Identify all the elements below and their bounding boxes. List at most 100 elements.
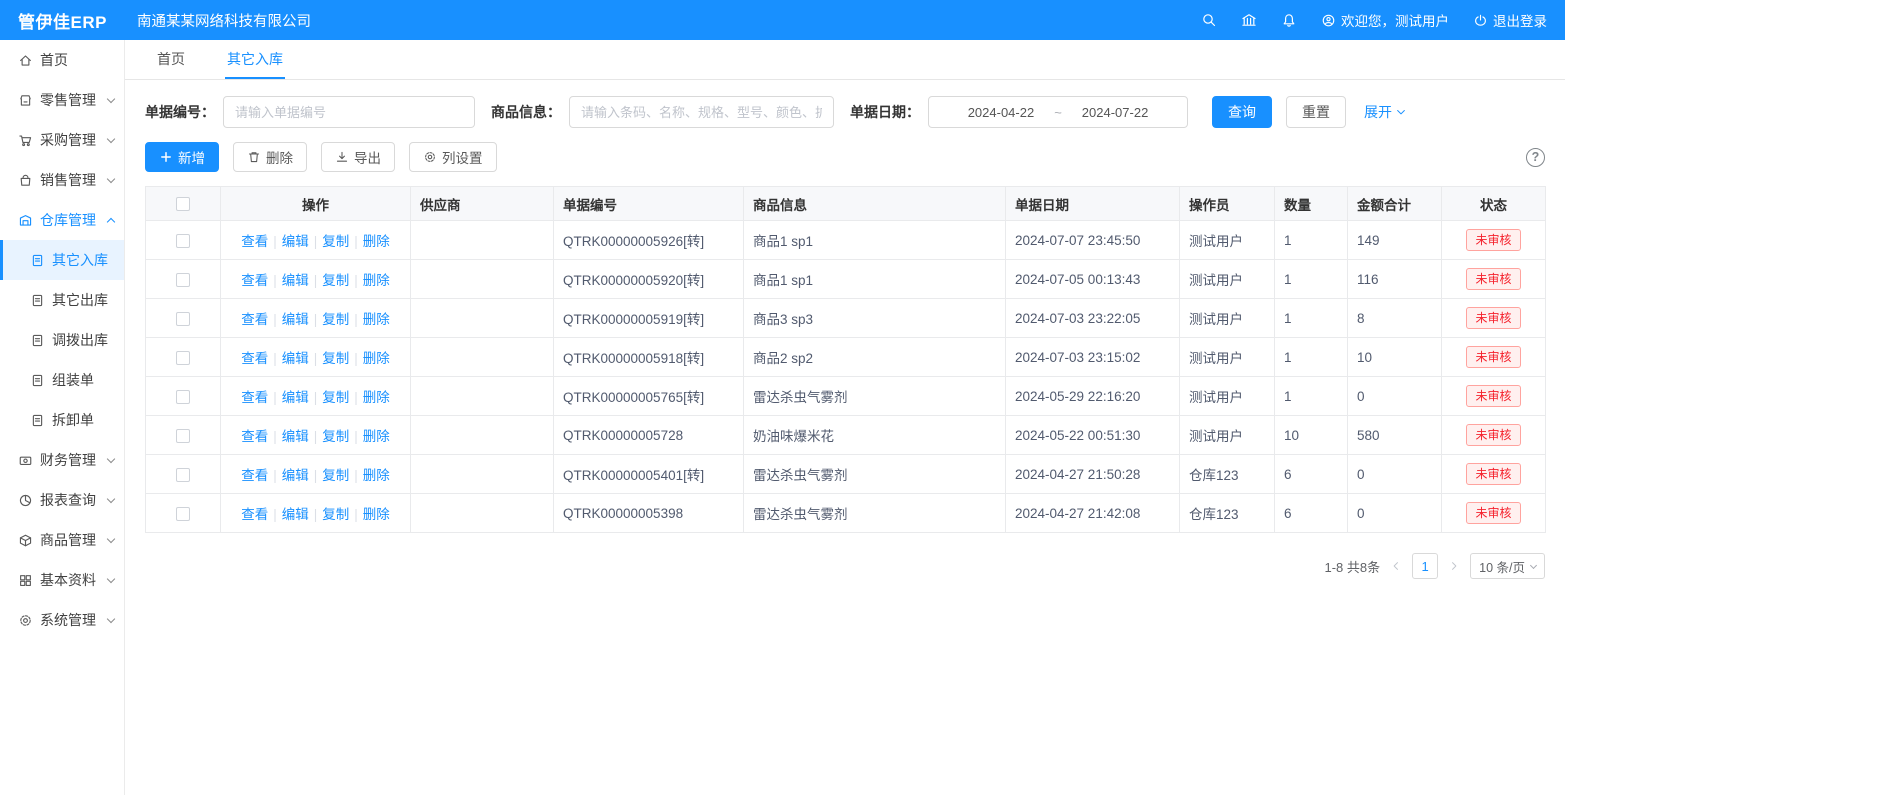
- add-button[interactable]: 新增: [145, 142, 219, 172]
- row-action-copy[interactable]: 复制: [322, 429, 349, 444]
- bell-icon[interactable]: [1281, 12, 1297, 28]
- row-action-copy[interactable]: 复制: [322, 312, 349, 327]
- expand-link[interactable]: 展开: [1364, 102, 1407, 122]
- next-page-icon[interactable]: [1448, 560, 1460, 572]
- status-badge: 未审核: [1466, 307, 1520, 330]
- cell-date: 2024-07-03 23:22:05: [1006, 299, 1180, 338]
- action-separator: |: [354, 507, 358, 522]
- row-action-edit[interactable]: 编辑: [282, 468, 309, 483]
- export-button[interactable]: 导出: [321, 142, 395, 172]
- row-action-delete[interactable]: 删除: [363, 273, 390, 288]
- row-action-copy[interactable]: 复制: [322, 468, 349, 483]
- sidebar-item-assembly[interactable]: 组装单: [0, 360, 124, 400]
- search-icon[interactable]: [1201, 12, 1217, 28]
- date-to-value[interactable]: 2024-07-22: [1082, 105, 1149, 120]
- sidebar-item-disassembly[interactable]: 拆卸单: [0, 400, 124, 440]
- bill-no-input[interactable]: [223, 96, 475, 128]
- row-action-delete[interactable]: 删除: [363, 390, 390, 405]
- cell-operator: 测试用户: [1180, 377, 1275, 416]
- column-settings-button[interactable]: 列设置: [409, 142, 497, 172]
- row-checkbox[interactable]: [176, 273, 190, 287]
- row-action-edit[interactable]: 编辑: [282, 429, 309, 444]
- date-range-picker[interactable]: 2024-04-22 ~ 2024-07-22: [928, 96, 1188, 128]
- table-row: 查看|编辑|复制|删除QTRK00000005919[转]商品3 sp32024…: [146, 299, 1546, 338]
- page-size-select[interactable]: 10 条/页: [1470, 553, 1545, 579]
- row-action-edit[interactable]: 编辑: [282, 390, 309, 405]
- sidebar-item-other-inbound[interactable]: 其它入库: [0, 240, 124, 280]
- header-actions: 欢迎您，测试用户 退出登录: [1201, 10, 1565, 30]
- sidebar-item-purchase[interactable]: 采购管理: [0, 120, 124, 160]
- sidebar-item-home[interactable]: 首页: [0, 40, 124, 80]
- row-action-view[interactable]: 查看: [241, 390, 268, 405]
- row-action-edit[interactable]: 编辑: [282, 507, 309, 522]
- row-action-edit[interactable]: 编辑: [282, 312, 309, 327]
- row-checkbox[interactable]: [176, 234, 190, 248]
- row-action-edit[interactable]: 编辑: [282, 351, 309, 366]
- row-action-view[interactable]: 查看: [241, 429, 268, 444]
- tab-home[interactable]: 首页: [155, 40, 187, 79]
- app-logo: 管伊佳ERP: [0, 8, 125, 33]
- cell-amount: 580: [1348, 416, 1442, 455]
- row-action-delete[interactable]: 删除: [363, 234, 390, 249]
- date-from-value[interactable]: 2024-04-22: [968, 105, 1035, 120]
- row-action-view[interactable]: 查看: [241, 273, 268, 288]
- row-action-delete[interactable]: 删除: [363, 507, 390, 522]
- row-action-delete[interactable]: 删除: [363, 429, 390, 444]
- action-separator: |: [273, 468, 277, 483]
- row-action-view[interactable]: 查看: [241, 507, 268, 522]
- row-action-delete[interactable]: 删除: [363, 351, 390, 366]
- cell-amount: 0: [1348, 494, 1442, 533]
- row-action-view[interactable]: 查看: [241, 351, 268, 366]
- reset-button[interactable]: 重置: [1286, 96, 1346, 128]
- sidebar-item-report[interactable]: 报表查询: [0, 480, 124, 520]
- cell-actions: 查看|编辑|复制|删除: [221, 494, 411, 533]
- sidebar-item-system[interactable]: 系统管理: [0, 600, 124, 640]
- table-header-row: 操作供应商单据编号商品信息单据日期操作员数量金额合计状态: [146, 187, 1546, 221]
- sidebar-item-transfer-outbound[interactable]: 调拨出库: [0, 320, 124, 360]
- sidebar-item-other-outbound[interactable]: 其它出库: [0, 280, 124, 320]
- action-separator: |: [314, 273, 318, 288]
- logout-button[interactable]: 退出登录: [1473, 10, 1547, 30]
- sidebar-item-retail[interactable]: 零售管理: [0, 80, 124, 120]
- row-checkbox[interactable]: [176, 351, 190, 365]
- row-checkbox[interactable]: [176, 468, 190, 482]
- select-all-checkbox[interactable]: [176, 197, 190, 211]
- row-action-copy[interactable]: 复制: [322, 507, 349, 522]
- welcome-user[interactable]: 欢迎您，测试用户: [1321, 10, 1449, 30]
- row-action-view[interactable]: 查看: [241, 468, 268, 483]
- row-checkbox[interactable]: [176, 429, 190, 443]
- welcome-text: 欢迎您，测试用户: [1341, 10, 1449, 30]
- sidebar-item-sales[interactable]: 销售管理: [0, 160, 124, 200]
- row-action-delete[interactable]: 删除: [363, 312, 390, 327]
- delete-button[interactable]: 删除: [233, 142, 307, 172]
- sidebar-item-goods[interactable]: 商品管理: [0, 520, 124, 560]
- row-action-edit[interactable]: 编辑: [282, 273, 309, 288]
- pagination-range: 1-8 共8条: [1325, 557, 1381, 576]
- row-checkbox[interactable]: [176, 312, 190, 326]
- search-button[interactable]: 查询: [1212, 96, 1272, 128]
- user-icon: [1321, 13, 1336, 28]
- sidebar-item-finance[interactable]: 财务管理: [0, 440, 124, 480]
- row-checkbox[interactable]: [176, 390, 190, 404]
- row-action-delete[interactable]: 删除: [363, 468, 390, 483]
- expand-label: 展开: [1364, 102, 1392, 122]
- current-page-button[interactable]: 1: [1412, 553, 1438, 579]
- row-action-view[interactable]: 查看: [241, 312, 268, 327]
- product-input[interactable]: [569, 96, 834, 128]
- sidebar-item-label: 其它出库: [52, 290, 108, 310]
- row-action-edit[interactable]: 编辑: [282, 234, 309, 249]
- bank-icon[interactable]: [1241, 12, 1257, 28]
- row-checkbox[interactable]: [176, 507, 190, 521]
- row-action-copy[interactable]: 复制: [322, 234, 349, 249]
- top-header: 管伊佳ERP 南通某某网络科技有限公司 欢迎您，测试用户 退出登录: [0, 0, 1565, 40]
- row-action-copy[interactable]: 复制: [322, 390, 349, 405]
- sidebar-item-warehouse[interactable]: 仓库管理: [0, 200, 124, 240]
- sidebar-item-basic[interactable]: 基本资料: [0, 560, 124, 600]
- help-icon[interactable]: ?: [1526, 148, 1545, 167]
- row-action-view[interactable]: 查看: [241, 234, 268, 249]
- row-action-copy[interactable]: 复制: [322, 351, 349, 366]
- prev-page-icon[interactable]: [1390, 560, 1402, 572]
- tab-other-inbound[interactable]: 其它入库: [225, 40, 285, 79]
- cell-product: 商品1 sp1: [744, 221, 1006, 260]
- row-action-copy[interactable]: 复制: [322, 273, 349, 288]
